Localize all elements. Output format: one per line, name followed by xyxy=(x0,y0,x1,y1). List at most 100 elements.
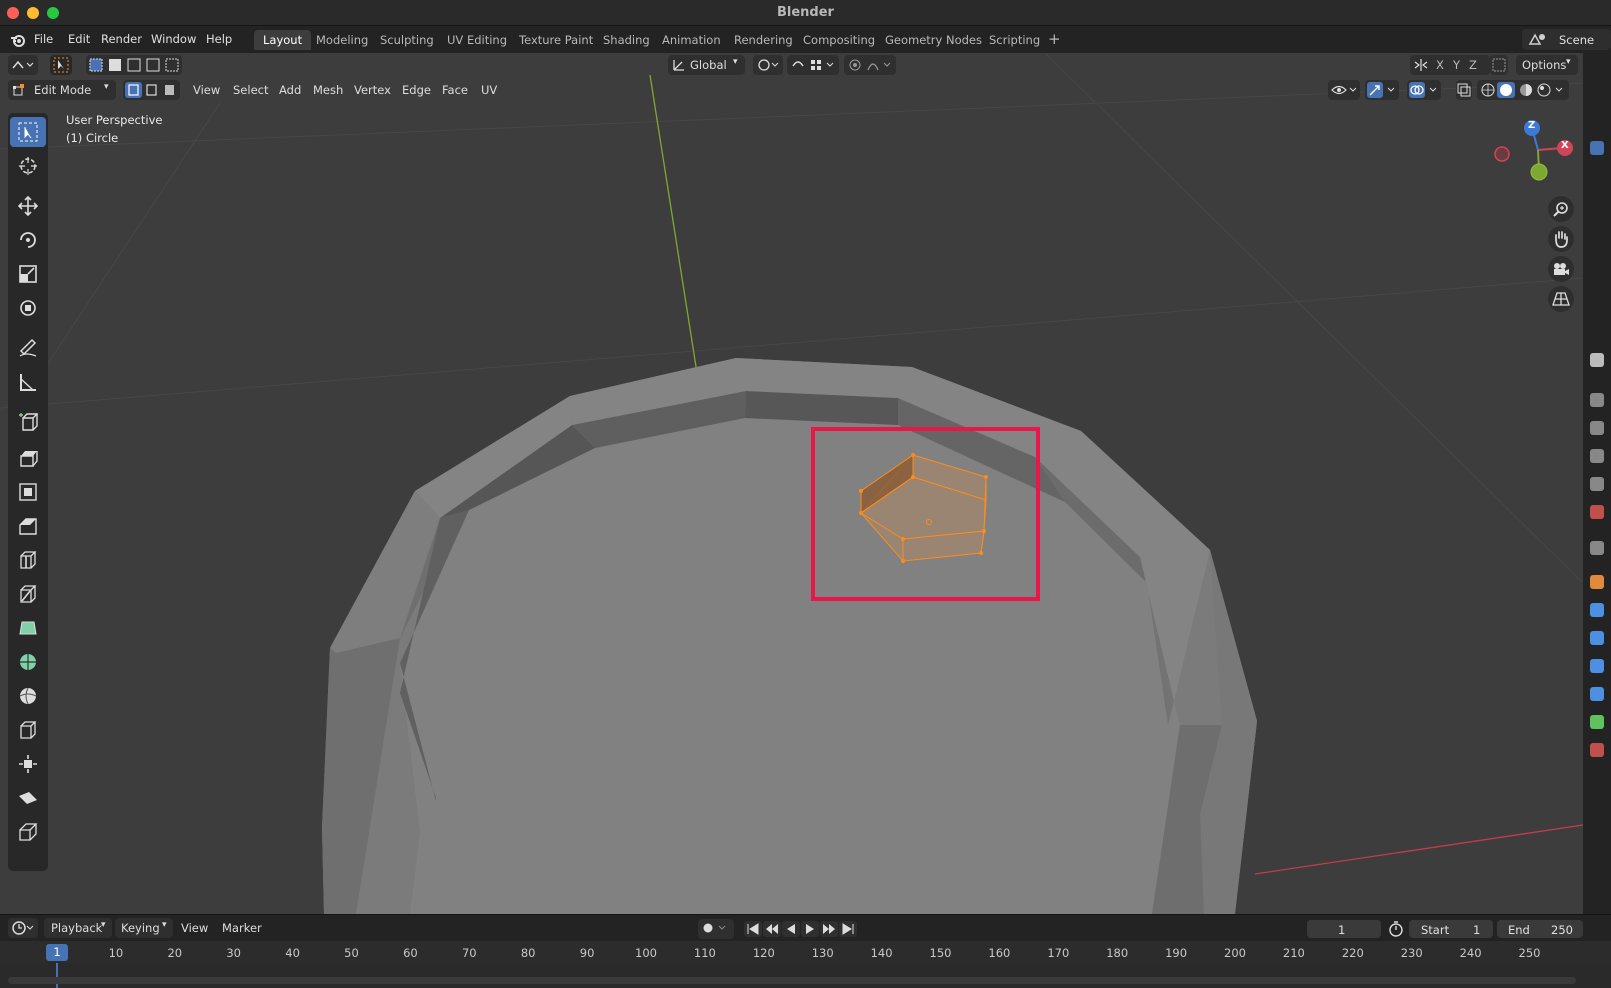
stopwatch-icon[interactable] xyxy=(1388,921,1404,937)
tool-properties-icon[interactable] xyxy=(1590,141,1604,155)
tab-uv-editing[interactable]: UV Editing xyxy=(438,30,516,50)
playback-dropdown[interactable]: Playback ▾ xyxy=(44,918,112,938)
auto-merge-button[interactable] xyxy=(1490,55,1508,75)
tool-scale[interactable] xyxy=(10,259,46,289)
tab-sculpting[interactable]: Sculpting xyxy=(371,30,443,50)
selection-mode-group[interactable] xyxy=(86,55,182,75)
tool-loop-cut[interactable] xyxy=(10,545,46,575)
3d-viewport[interactable]: Global ▾ X Y Z Options ▾ Edit Mode ▾ Vie… xyxy=(0,53,1583,914)
play-button[interactable] xyxy=(801,921,819,937)
play-reverse-button[interactable] xyxy=(782,921,800,937)
tool-knife[interactable] xyxy=(10,579,46,609)
shading-mode-group[interactable] xyxy=(1477,80,1569,100)
editor-type-button[interactable] xyxy=(8,55,38,75)
tool-measure[interactable] xyxy=(10,367,46,397)
overlays-toggle[interactable] xyxy=(1407,80,1441,100)
options-dropdown[interactable]: Options ▾ xyxy=(1516,55,1578,75)
timeline-menu-view[interactable]: View xyxy=(181,921,208,935)
frame-ruler[interactable]: 1 10 20 30 40 50 60 70 80 90 100 110 120 130 140 150 16… xyxy=(0,941,1611,963)
menu-file[interactable]: File xyxy=(34,32,53,46)
mirror-x-toggle[interactable]: X xyxy=(1436,58,1444,72)
jump-keyframe-forward-button[interactable] xyxy=(820,921,838,937)
gizmo-z-label[interactable]: Z xyxy=(1528,120,1535,131)
mirror-axis-group[interactable]: X Y Z xyxy=(1410,55,1490,75)
output-properties-icon[interactable] xyxy=(1590,421,1604,435)
menu-view[interactable]: View xyxy=(193,83,220,97)
jump-keyframe-back-button[interactable] xyxy=(763,921,781,937)
timeline-editor-type-button[interactable] xyxy=(8,918,38,938)
add-workspace-icon[interactable]: + xyxy=(1048,30,1061,48)
tool-add-cube[interactable] xyxy=(10,407,46,437)
playhead-frame[interactable]: 1 xyxy=(46,944,68,961)
menu-vertex[interactable]: Vertex xyxy=(354,83,391,97)
tool-edge-slide[interactable] xyxy=(10,715,46,745)
perspective-toggle-button[interactable] xyxy=(1548,286,1574,312)
gizmo-toggle[interactable] xyxy=(1365,80,1399,100)
tab-modeling[interactable]: Modeling xyxy=(307,30,377,50)
pan-button[interactable] xyxy=(1548,226,1574,252)
material-properties-icon[interactable] xyxy=(1590,743,1604,757)
timeline-menu-marker[interactable]: Marker xyxy=(222,921,262,935)
tab-scripting[interactable]: Scripting xyxy=(980,30,1049,50)
tab-texture-paint[interactable]: Texture Paint xyxy=(510,30,602,50)
tool-settings-icon[interactable] xyxy=(1590,353,1604,367)
tab-rendering[interactable]: Rendering xyxy=(725,30,802,50)
tab-shading[interactable]: Shading xyxy=(594,30,659,50)
blender-logo-icon[interactable] xyxy=(10,32,26,48)
zoom-button[interactable] xyxy=(1548,196,1574,222)
menu-edge[interactable]: Edge xyxy=(402,83,431,97)
tool-rotate[interactable] xyxy=(10,225,46,255)
timeline-scrollbar[interactable] xyxy=(8,977,1576,984)
menu-mesh[interactable]: Mesh xyxy=(313,83,343,97)
tool-move[interactable] xyxy=(10,191,46,221)
particle-properties-icon[interactable] xyxy=(1590,631,1604,645)
tab-geometry-nodes[interactable]: Geometry Nodes xyxy=(876,30,991,50)
pivot-point-dropdown[interactable] xyxy=(753,55,783,75)
auto-keying-toggle[interactable] xyxy=(698,919,734,939)
tab-layout[interactable]: Layout xyxy=(254,30,312,50)
mirror-y-toggle[interactable]: Y xyxy=(1453,58,1460,72)
tool-spin[interactable] xyxy=(10,647,46,677)
tool-annotate[interactable] xyxy=(10,333,46,363)
menu-add[interactable]: Add xyxy=(279,83,301,97)
object-properties-icon[interactable] xyxy=(1590,575,1604,589)
menu-render[interactable]: Render xyxy=(101,32,142,46)
visibility-dropdown[interactable] xyxy=(1328,80,1360,100)
menu-face[interactable]: Face xyxy=(442,83,468,97)
menu-select[interactable]: Select xyxy=(233,83,268,97)
gizmo-x-label[interactable]: X xyxy=(1561,140,1569,151)
keying-dropdown[interactable]: Keying ▾ xyxy=(115,918,173,938)
jump-to-start-button[interactable] xyxy=(744,921,762,937)
data-properties-icon[interactable] xyxy=(1590,715,1604,729)
menu-edit[interactable]: Edit xyxy=(68,32,90,46)
menu-window[interactable]: Window xyxy=(151,32,196,46)
snapping-group[interactable] xyxy=(787,55,839,75)
proportional-editing-group[interactable] xyxy=(844,55,896,75)
tool-inset[interactable] xyxy=(10,477,46,507)
world-properties-icon[interactable] xyxy=(1590,505,1604,519)
select-mode-toggles[interactable] xyxy=(123,80,180,100)
select-tool-button[interactable] xyxy=(50,55,72,75)
xray-toggle[interactable] xyxy=(1456,80,1472,100)
tool-bevel[interactable] xyxy=(10,511,46,541)
jump-to-end-button[interactable] xyxy=(839,921,857,937)
tool-cursor[interactable] xyxy=(10,151,46,181)
mode-dropdown[interactable]: Edit Mode ▾ xyxy=(8,80,116,100)
tab-compositing[interactable]: Compositing xyxy=(794,30,884,50)
render-properties-icon[interactable] xyxy=(1590,393,1604,407)
scene-properties-icon[interactable] xyxy=(1590,477,1604,491)
collection-properties-icon[interactable] xyxy=(1590,541,1604,555)
tool-rip[interactable] xyxy=(10,817,46,847)
transform-orientation-dropdown[interactable]: Global ▾ xyxy=(668,55,745,75)
tool-shear[interactable] xyxy=(10,783,46,813)
tool-smooth[interactable] xyxy=(10,681,46,711)
camera-view-button[interactable] xyxy=(1548,256,1574,282)
tab-animation[interactable]: Animation xyxy=(653,30,730,50)
physics-properties-icon[interactable] xyxy=(1590,659,1604,673)
mirror-z-toggle[interactable]: Z xyxy=(1469,58,1477,72)
tool-shrink-fatten[interactable] xyxy=(10,749,46,779)
tool-transform[interactable] xyxy=(10,293,46,323)
tool-extrude[interactable] xyxy=(10,443,46,473)
tool-poly-build[interactable] xyxy=(10,613,46,643)
modifier-properties-icon[interactable] xyxy=(1590,603,1604,617)
